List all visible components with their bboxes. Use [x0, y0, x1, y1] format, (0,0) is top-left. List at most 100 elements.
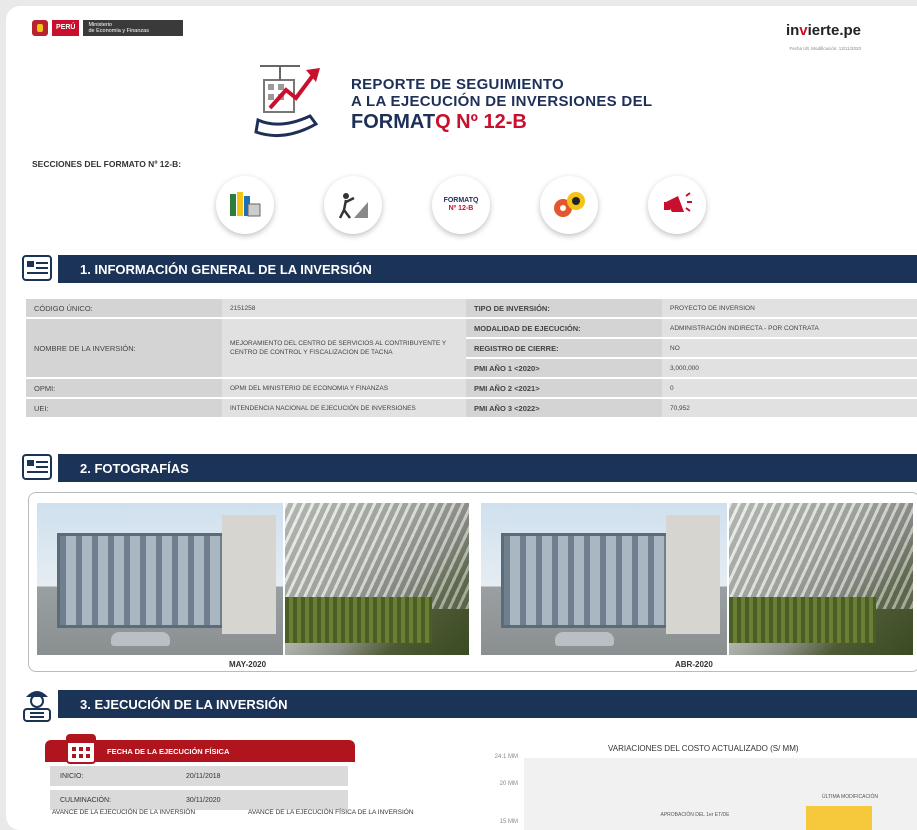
hedge	[285, 597, 433, 643]
formato-icon-text: FORMATQ Nº 12-B	[444, 197, 479, 213]
brand-prefix: in	[785, 22, 800, 39]
culminacion-label: CULMINACIÓN:	[60, 796, 111, 804]
building-image	[481, 503, 727, 655]
photos-panel: MAY-2020 ABR-2020	[28, 492, 917, 672]
registro-value: NO	[662, 339, 917, 357]
photo-facade-may[interactable]	[285, 503, 469, 655]
category-label: ÚLTIMA MODIFICACIÓN	[821, 794, 879, 800]
y-tick-label: 24.1 MM	[494, 754, 518, 760]
facade	[56, 533, 229, 628]
car	[554, 632, 614, 646]
avance-inversion-label: AVANCE DE LA EJECUCIÓN DE LA INVERSIÓN	[52, 809, 196, 816]
section-icons: FORMATQ Nº 12-B	[216, 176, 706, 234]
pmi1-label: PMI AÑO 1 <2020>	[466, 359, 662, 377]
uei-value: INTENDENCIA NACIONAL DE EJECUCIÓN DE INV…	[222, 399, 466, 417]
inicio-row: INICIO: 20/11/2018	[50, 766, 348, 786]
ministry-line-2: de Economía y Finanzas	[88, 28, 149, 34]
tower	[665, 515, 720, 634]
section-worker-icon[interactable]	[324, 176, 382, 234]
registro-label: REGISTRO DE CIERRE:	[466, 339, 662, 357]
megaphone-icon	[664, 192, 692, 212]
last-modified: Fecha Ult. Modificación: 13/11/2020	[789, 46, 861, 51]
table-row: OPMI: OPMI DEL MINISTERIO DE ECONOMIA Y …	[26, 379, 917, 397]
codigo-label: CÓDIGO ÚNICO:	[26, 299, 222, 317]
section-books-icon[interactable]	[216, 176, 274, 234]
books-icon	[230, 192, 261, 217]
info-doc-icon	[16, 251, 58, 285]
building-image	[37, 503, 283, 655]
nombre-label: NOMBRE DE LA INVERSIÓN:	[26, 319, 222, 377]
opmi-label: OPMI:	[26, 379, 222, 397]
culminacion-value: 30/11/2020	[186, 796, 221, 804]
culminacion-row: CULMINACIÓN: 30/11/2020	[50, 790, 348, 810]
facade	[500, 533, 673, 628]
bar-ultima-modificacion	[806, 806, 872, 830]
section-2-header: 2. FOTOGRAFÍAS	[16, 454, 917, 482]
title-formato-number: Q Nº 12-B	[435, 111, 527, 133]
cost-variation-chart: VARIACIONES DEL COSTO ACTUALIZADO (S/ MM…	[468, 728, 917, 830]
slats	[285, 503, 469, 610]
category-label: APROBACIÓN DEL 1er ET/DE	[660, 812, 730, 818]
gears-icon	[554, 192, 585, 217]
inicio-value: 20/11/2018	[186, 772, 221, 780]
execution-panel: FECHA DE LA EJECUCIÓN FÍSICA INICIO: 20/…	[28, 728, 917, 830]
mef-logo: PERÚ Ministerio de Economía y Finanzas	[32, 20, 184, 36]
photo-facade-apr[interactable]	[729, 503, 913, 655]
caption-right: ABR-2020	[675, 660, 713, 669]
formato-icon-bottom: Nº 12-B	[448, 205, 474, 212]
caption-left: MAY-2020	[229, 660, 267, 669]
calendar-icon	[66, 734, 96, 764]
section-1-header: 1. INFORMACIÓN GENERAL DE LA INVERSIÓN	[16, 255, 917, 283]
avance-fisica-label: AVANCE DE LA EJECUCIÓN FÍSICA DE LA INVE…	[248, 809, 414, 816]
brand-hat: v	[799, 22, 808, 39]
hedge	[729, 597, 877, 643]
peru-label: PERÚ	[52, 20, 80, 36]
doc-shape	[22, 255, 52, 281]
tower	[221, 515, 276, 634]
modalidad-label: MODALIDAD DE EJECUCIÓN:	[466, 319, 662, 337]
y-tick-label: 20 MM	[499, 781, 518, 787]
chart-title: VARIACIONES DEL COSTO ACTUALIZADO (S/ MM…	[608, 744, 799, 753]
report-page: PERÚ Ministerio de Economía y Finanzas i…	[6, 6, 917, 830]
y-tick-label: 15 MM	[499, 819, 518, 825]
doc-shape	[22, 454, 52, 480]
invierte-logo: invierte.pe	[786, 22, 861, 39]
chart-plot-area: APROBACIÓN DEL 1er ET/DE ÚLTIMA MODIFICA…	[524, 758, 917, 830]
section-3-header: 3. EJECUCIÓN DE LA INVERSIÓN	[16, 690, 917, 718]
tipo-label: TIPO DE INVERSIÓN:	[466, 299, 662, 317]
slats	[729, 503, 913, 610]
opmi-value: OPMI DEL MINISTERIO DE ECONOMIA Y FINANZ…	[222, 379, 466, 397]
uei-label: UEI:	[26, 399, 222, 417]
photo-building-apr[interactable]	[481, 503, 727, 655]
table-row: NOMBRE DE LA INVERSIÓN: MEJORAMIENTO DEL…	[26, 319, 917, 377]
nombre-value: MEJORAMIENTO DEL CENTRO DE SERVICIOS AL …	[222, 319, 466, 377]
green-wall-image	[729, 503, 913, 655]
formato-icon-top: FORMATQ	[443, 197, 479, 204]
pmi3-label: PMI AÑO 3 <2022>	[466, 399, 662, 417]
sections-label: SECCIONES DEL FORMATO Nº 12-B:	[32, 159, 182, 169]
tipo-value: PROYECTO DE INVERSION	[662, 299, 917, 317]
title-line-2: A LA EJECUCIÓN DE INVERSIONES DEL	[351, 93, 653, 110]
section-megaphone-icon[interactable]	[648, 176, 706, 234]
title-line-3: FORMATQ Nº 12-B	[351, 110, 652, 134]
photos-doc-icon	[16, 450, 58, 484]
section-formato-icon[interactable]: FORMATQ Nº 12-B	[432, 176, 490, 234]
pmi2-value: 0	[662, 379, 917, 397]
modalidad-value: ADMINISTRACIÓN INDIRECTA - POR CONTRATA	[662, 319, 917, 337]
brand-suffix: ierte.pe	[807, 22, 861, 39]
pmi2-label: PMI AÑO 2 <2021>	[466, 379, 662, 397]
inicio-label: INICIO:	[60, 772, 84, 780]
table-row: CÓDIGO ÚNICO: 2151258 TIPO DE INVERSIÓN:…	[26, 299, 917, 317]
photo-building-may[interactable]	[37, 503, 283, 655]
title-formato: FORMAT	[351, 111, 436, 133]
green-wall-image	[285, 503, 469, 655]
investment-hand-icon	[254, 65, 320, 138]
table-row: UEI: INTENDENCIA NACIONAL DE EJECUCIÓN D…	[26, 399, 917, 417]
peru-shield-icon	[32, 20, 48, 36]
title-line-1: REPORTE DE SEGUIMIENTO	[351, 76, 565, 93]
general-info-table: CÓDIGO ÚNICO: 2151258 TIPO DE INVERSIÓN:…	[26, 297, 917, 419]
section-gears-icon[interactable]	[540, 176, 598, 234]
pmi3-value: 70,952	[662, 399, 917, 417]
worker-icon	[338, 193, 368, 219]
engineer-icon	[16, 681, 58, 723]
